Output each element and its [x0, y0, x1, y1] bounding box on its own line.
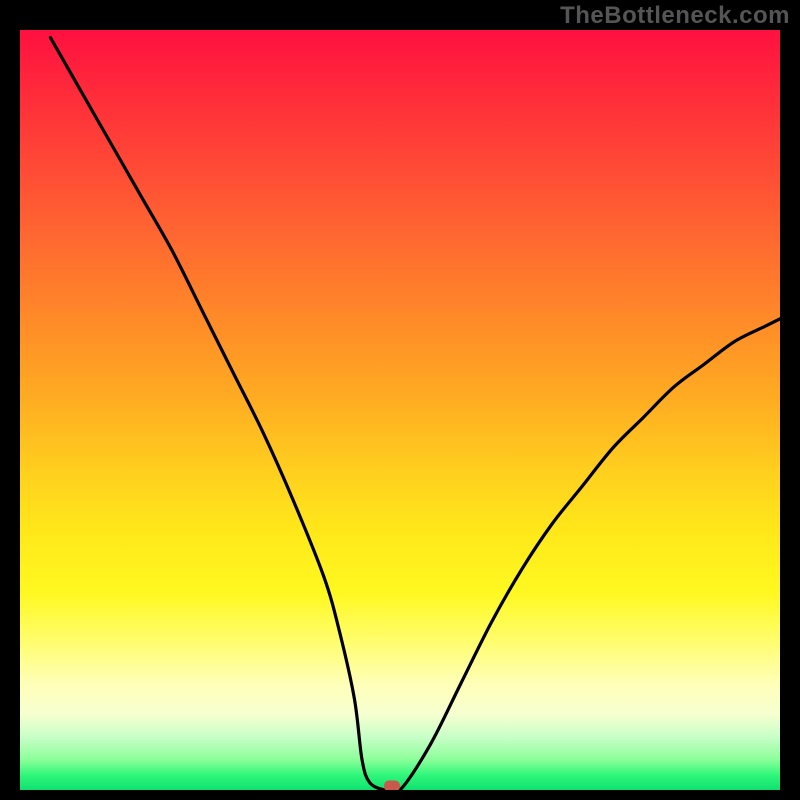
chart-frame: TheBottleneck.com — [0, 0, 800, 800]
watermark-text: TheBottleneck.com — [560, 2, 790, 30]
bottleneck-curve — [20, 30, 780, 790]
plot-area — [20, 30, 780, 790]
minimum-marker — [384, 781, 400, 790]
